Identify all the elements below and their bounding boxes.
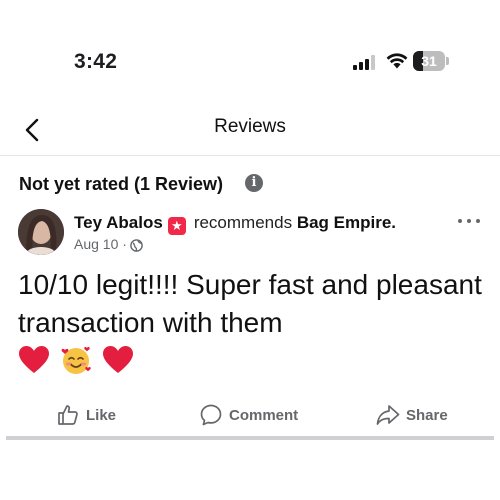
info-icon[interactable]: i: [245, 174, 263, 192]
page-name-link[interactable]: Bag Empire.: [297, 213, 396, 232]
smiling-face-with-hearts-icon: [61, 347, 91, 374]
emoji-row: [18, 344, 144, 384]
thumbs-up-icon: [58, 405, 78, 425]
status-bar: 3:42 31: [0, 0, 500, 110]
red-heart-icon: [19, 346, 49, 373]
section-separator: [6, 436, 494, 440]
wifi-icon: [386, 53, 408, 69]
battery-level: 31: [421, 53, 437, 69]
share-label: Share: [406, 407, 448, 424]
rating-summary: Not yet rated (1 Review): [19, 174, 224, 194]
post-date[interactable]: Aug 10: [74, 236, 118, 252]
avatar[interactable]: [18, 209, 64, 255]
share-button[interactable]: Share: [375, 398, 455, 432]
nav-header: Reviews: [0, 110, 500, 154]
battery-icon: 31: [413, 51, 449, 71]
speech-bubble-icon: [200, 404, 222, 426]
like-button[interactable]: Like: [56, 398, 120, 432]
star-badge-icon: ★: [167, 217, 186, 235]
more-options-button[interactable]: [455, 215, 485, 229]
recommends-text: recommends: [193, 213, 293, 232]
comment-button[interactable]: Comment: [199, 398, 309, 432]
red-heart-icon: [103, 346, 133, 373]
share-arrow-icon: [376, 405, 400, 425]
status-time: 3:42: [74, 50, 118, 73]
post-actions: Like Comment Share: [0, 398, 500, 434]
globe-icon: [130, 239, 143, 252]
header-divider: [0, 155, 500, 156]
reviewer-line: Tey Abalos ★ recommends Bag Empire.: [74, 213, 396, 235]
comment-label: Comment: [229, 407, 299, 424]
like-label: Like: [86, 407, 117, 424]
cellular-signal-icon: [353, 55, 375, 70]
meta-separator: ·: [122, 236, 127, 252]
review-text: 10/10 legit!!!! Super fast and pleasant …: [18, 269, 482, 338]
post-meta: Aug 10 ·: [74, 236, 143, 252]
page-title: Reviews: [214, 116, 286, 137]
reviewer-name[interactable]: Tey Abalos: [74, 213, 163, 232]
